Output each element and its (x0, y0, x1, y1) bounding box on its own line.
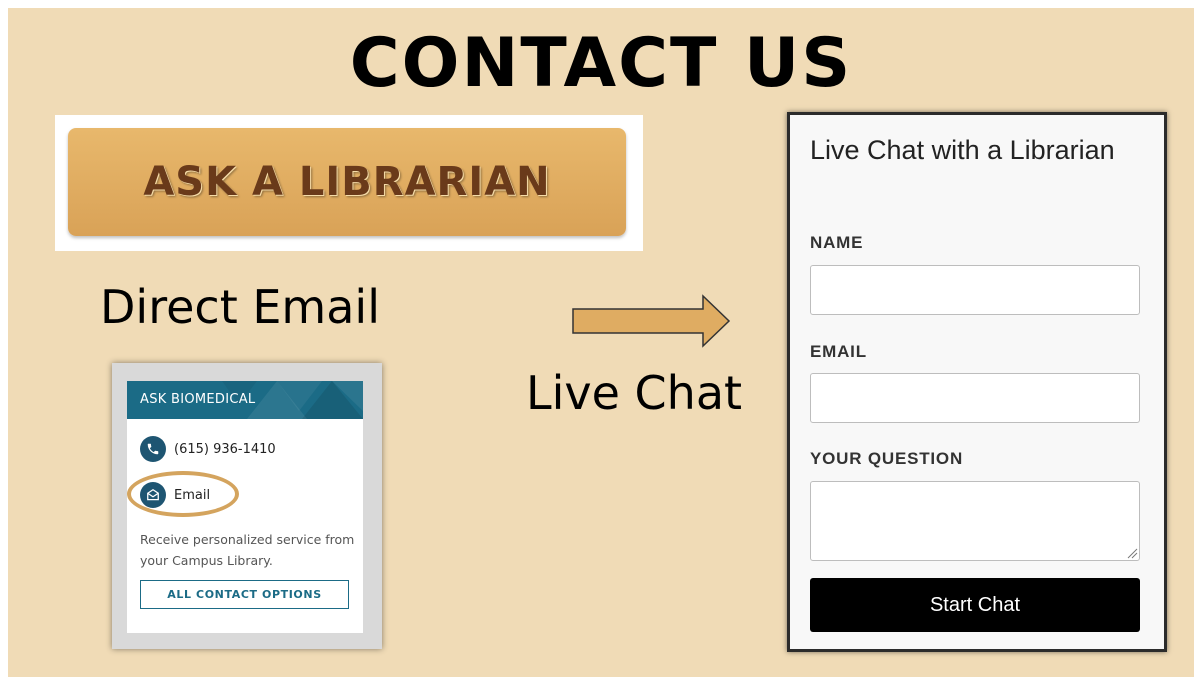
ask-librarian-banner: ASK A LIBRARIAN (55, 115, 643, 251)
resize-handle-icon[interactable] (1126, 547, 1138, 559)
name-label: NAME (810, 233, 864, 252)
arrow-right-icon (572, 294, 731, 348)
widget-header: ASK BIOMEDICAL (127, 381, 363, 419)
live-chat-heading: Live Chat (526, 366, 743, 420)
direct-email-heading: Direct Email (100, 280, 380, 334)
email-highlight-circle (127, 471, 239, 517)
question-textarea[interactable] (810, 481, 1140, 561)
ask-biomedical-widget: ASK BIOMEDICAL (615) 936-1410 Email Rece… (112, 363, 382, 649)
widget-card: ASK BIOMEDICAL (615) 936-1410 Email Rece… (127, 381, 363, 633)
phone-icon (140, 436, 166, 462)
name-input[interactable] (810, 265, 1140, 315)
phone-row[interactable]: (615) 936-1410 (140, 436, 276, 462)
email-label: EMAIL (810, 342, 867, 361)
live-chat-panel: Live Chat with a Librarian NAME EMAIL YO… (787, 112, 1167, 652)
chat-title: Live Chat with a Librarian (810, 135, 1115, 165)
widget-description: Receive personalized service from your C… (140, 532, 355, 568)
page-title: CONTACT US (349, 24, 853, 103)
question-label: YOUR QUESTION (810, 449, 964, 468)
ask-librarian-label: ASK A LIBRARIAN (143, 159, 551, 205)
slide: CONTACT US ASK A LIBRARIAN Direct Email … (8, 8, 1194, 677)
ask-librarian-button[interactable]: ASK A LIBRARIAN (68, 128, 626, 236)
phone-number: (615) 936-1410 (174, 441, 276, 457)
widget-header-title: ASK BIOMEDICAL (140, 392, 256, 407)
start-chat-button[interactable]: Start Chat (810, 578, 1140, 632)
all-contact-options-button[interactable]: ALL CONTACT OPTIONS (140, 580, 349, 609)
email-input[interactable] (810, 373, 1140, 423)
